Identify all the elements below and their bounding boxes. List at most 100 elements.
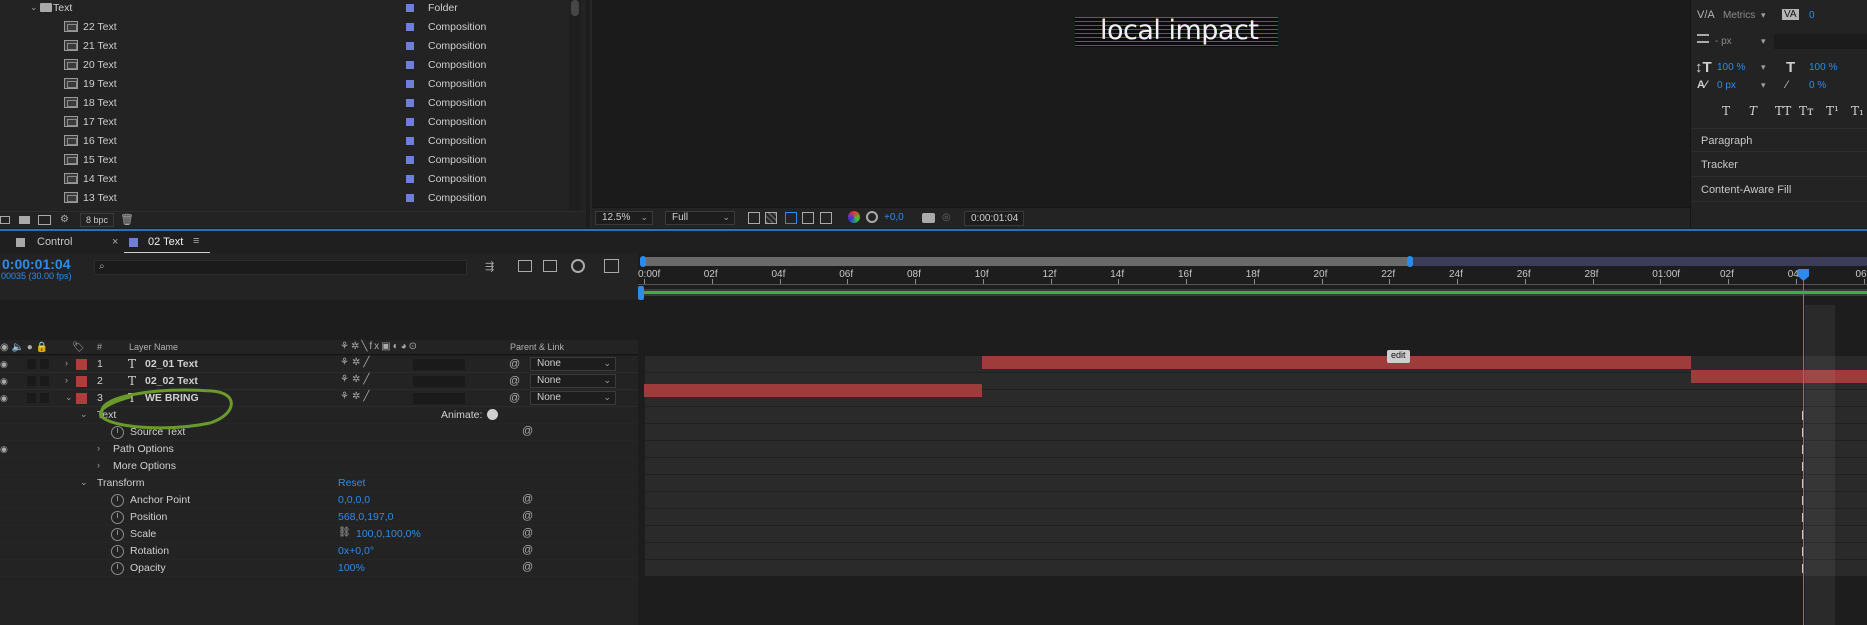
parent-dropdown[interactable]: None ⌄ — [530, 391, 616, 405]
eye-icon[interactable]: ◉ — [0, 444, 8, 455]
project-item-row[interactable]: 15 Text Composition — [0, 152, 568, 168]
kerning-dropdown[interactable]: Metrics — [1723, 10, 1755, 21]
tab-control[interactable]: Control — [0, 231, 110, 253]
mask-visibility-icon[interactable] — [785, 212, 797, 224]
project-item-row[interactable]: 18 Text Composition — [0, 95, 568, 111]
label-swatch[interactable] — [406, 118, 414, 126]
layer-bar-1[interactable] — [982, 356, 1691, 369]
property-row[interactable]: › More Options — [0, 458, 638, 475]
channel-icon[interactable] — [848, 211, 860, 223]
label-swatch[interactable] — [406, 175, 414, 183]
stopwatch-icon[interactable] — [111, 545, 124, 558]
chevron-down-icon[interactable]: ▾ — [1761, 62, 1766, 73]
label-swatch[interactable] — [406, 156, 414, 164]
solo-toggle[interactable] — [27, 376, 36, 386]
navigator-start-handle[interactable] — [640, 256, 646, 267]
label-swatch[interactable] — [406, 61, 414, 69]
project-item-row[interactable]: 20 Text Composition — [0, 57, 568, 73]
layer-switch-cells[interactable] — [413, 376, 465, 387]
text-style-button[interactable]: T — [1749, 104, 1757, 118]
label-swatch[interactable] — [406, 80, 414, 88]
new-composition-icon[interactable] — [38, 215, 51, 225]
reset-link[interactable]: Reset — [338, 477, 365, 489]
pick-whip-icon[interactable]: @ — [509, 358, 520, 370]
property-value[interactable]: 0,0,0,0 — [338, 494, 370, 506]
label-swatch[interactable] — [406, 99, 414, 107]
eye-icon[interactable]: ◉ — [0, 376, 8, 387]
work-area-start-handle[interactable] — [638, 286, 644, 300]
horizontal-scale-value[interactable]: 100 % — [1809, 62, 1837, 73]
timeline-graph-area[interactable]: 0:00f 02f 04f 06f 08f 10f 12f 14f 16f 18f 20f 22f 24… — [638, 253, 1867, 625]
tsume-value[interactable]: 0 % — [1809, 80, 1826, 91]
layer-bar-2[interactable] — [1691, 370, 1867, 383]
label-swatch[interactable] — [406, 4, 414, 12]
project-item-row[interactable]: 16 Text Composition — [0, 133, 568, 149]
pick-whip-icon[interactable]: @ — [509, 392, 520, 404]
show-snapshot-icon[interactable]: ◎ — [942, 212, 951, 223]
pick-whip-icon[interactable]: @ — [522, 544, 533, 556]
timeline-track[interactable] — [645, 526, 1867, 543]
project-item-row[interactable]: 21 Text Composition — [0, 38, 568, 54]
layer-switches[interactable]: ⚘✲╱ — [340, 391, 372, 402]
grid-guide-icon[interactable] — [820, 212, 832, 224]
property-value[interactable]: 0x+0,0° — [338, 545, 374, 557]
layer-label-color[interactable] — [76, 376, 87, 387]
layer-label-color[interactable] — [76, 359, 87, 370]
solo-toggle[interactable] — [27, 393, 36, 403]
chevron-right-icon[interactable]: › — [97, 460, 100, 470]
tab-02-text[interactable]: × 02 Text ≡ — [110, 231, 210, 253]
property-row[interactable]: Position 568,0,197,0 @ — [0, 509, 638, 526]
scrollbar-thumb[interactable] — [571, 0, 579, 16]
work-area-bar[interactable] — [638, 286, 1867, 300]
work-area-range[interactable] — [643, 291, 1867, 294]
layer-switch-cells[interactable] — [413, 393, 465, 404]
chevron-down-icon[interactable]: ⌄ — [80, 477, 88, 488]
text-style-button[interactable]: TT — [1775, 104, 1791, 118]
chevron-right-icon[interactable]: › — [97, 443, 100, 453]
close-icon[interactable]: × — [112, 236, 118, 248]
project-scrollbar[interactable] — [569, 0, 581, 212]
property-row[interactable]: Scale ⛓ 100,0,100,0% @ — [0, 526, 638, 543]
project-item-row[interactable]: 19 Text Composition — [0, 76, 568, 92]
bit-depth-button[interactable]: 8 bpc — [80, 213, 115, 227]
preview-text-frame[interactable]: local impact — [1075, 15, 1278, 47]
chevron-down-icon[interactable]: ▾ — [1761, 36, 1766, 47]
text-style-button[interactable]: T — [1722, 104, 1730, 118]
timeline-track[interactable] — [645, 492, 1867, 509]
layer-bar-3[interactable] — [644, 384, 982, 397]
fast-previews-icon[interactable] — [748, 212, 760, 224]
property-row[interactable]: Opacity 100% @ — [0, 560, 638, 577]
chevron-down-icon[interactable]: ▾ — [1761, 80, 1766, 91]
interpret-footage-icon[interactable] — [0, 216, 10, 224]
label-swatch[interactable] — [406, 137, 414, 145]
project-item-row[interactable]: 22 Text Composition — [0, 19, 568, 35]
timeline-track[interactable] — [645, 560, 1867, 577]
chevron-down-icon[interactable]: ⌄ — [30, 2, 38, 13]
stopwatch-icon[interactable] — [111, 562, 124, 575]
tracking-value[interactable]: 0 — [1809, 10, 1815, 21]
current-time-display[interactable]: 0:00:01:04 — [2, 256, 71, 272]
panel-content-aware-fill[interactable]: Content-Aware Fill — [1701, 184, 1791, 196]
timeline-track[interactable] — [645, 424, 1867, 441]
solo-toggle[interactable] — [27, 359, 36, 369]
pick-whip-icon[interactable]: @ — [522, 527, 533, 539]
column-layer-name[interactable]: Layer Name — [129, 342, 178, 352]
panel-tracker[interactable]: Tracker — [1701, 159, 1738, 171]
layer-name[interactable]: 02_01 Text — [145, 358, 198, 370]
chevron-down-icon[interactable]: ⌄ — [80, 409, 88, 420]
vertical-scale-value[interactable]: 100 % — [1717, 62, 1745, 73]
composition-viewer[interactable]: local impact 12.5% ⌄ Full ⌄ +0,0 ◎ 0:00:01… — [590, 0, 1692, 228]
resolution-dropdown[interactable]: Full ⌄ — [665, 211, 735, 225]
property-value[interactable]: 100,0,100,0% — [356, 528, 421, 540]
magnification-dropdown[interactable]: 12.5% ⌄ — [595, 211, 653, 225]
text-style-button[interactable]: T¹ — [1826, 104, 1839, 118]
exposure-value[interactable]: +0,0 — [884, 212, 904, 223]
property-group-transform[interactable]: ⌄ Transform Reset — [0, 475, 638, 492]
stopwatch-icon[interactable] — [111, 511, 124, 524]
parent-dropdown[interactable]: None ⌄ — [530, 357, 616, 371]
timeline-track[interactable] — [645, 458, 1867, 475]
chevron-right-icon[interactable]: › — [65, 358, 68, 368]
project-item-row[interactable]: 13 Text Composition — [0, 190, 568, 206]
lock-toggle[interactable] — [40, 393, 49, 403]
timeline-track[interactable] — [645, 475, 1867, 492]
